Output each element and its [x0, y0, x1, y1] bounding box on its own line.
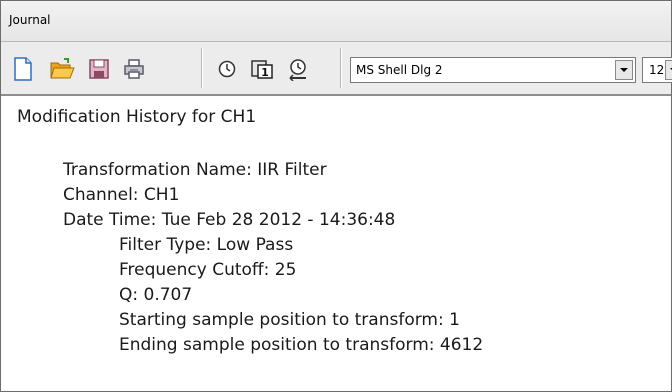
- datetime-line: Date Time: Tue Feb 28 2012 - 14:36:48: [63, 210, 396, 230]
- channel-line: Channel: CH1: [63, 185, 180, 205]
- toolbar-separator: [340, 48, 342, 88]
- font-name-value: MS Shell Dlg 2: [356, 63, 443, 77]
- title-bar[interactable]: Journal: [1, 1, 671, 42]
- toolbar-separator: [201, 48, 203, 88]
- size-dropdown-button[interactable]: [665, 60, 672, 80]
- save-disk-icon: [89, 59, 109, 79]
- journal-window: Journal 1 MS Shell Dlg 2 12 Modification…: [0, 0, 672, 392]
- clock-icon: [218, 60, 236, 78]
- save-button[interactable]: [84, 54, 114, 84]
- svg-text:1: 1: [261, 66, 269, 79]
- font-name-select[interactable]: MS Shell Dlg 2: [350, 57, 636, 83]
- toolbar: 1 MS Shell Dlg 2 12: [1, 42, 672, 96]
- new-document-icon: [14, 57, 32, 81]
- history-button[interactable]: [283, 54, 313, 84]
- journal-content[interactable]: Modification History for CH1 Transformat…: [1, 96, 671, 391]
- open-button[interactable]: [47, 54, 77, 84]
- new-button[interactable]: [8, 54, 38, 84]
- filter-type-line: Filter Type: Low Pass: [119, 235, 294, 255]
- transformation-name: Transformation Name: IIR Filter: [63, 160, 327, 180]
- q-line: Q: 0.707: [119, 285, 193, 305]
- font-dropdown-button[interactable]: [615, 60, 633, 80]
- frequency-cutoff-line: Frequency Cutoff: 25: [119, 260, 297, 280]
- print-button[interactable]: [119, 54, 149, 84]
- channel-1-icon: 1: [251, 60, 273, 79]
- printer-icon: [124, 59, 144, 79]
- chevron-down-icon: [620, 68, 628, 72]
- folder-open-icon: [50, 58, 75, 79]
- timestamp-button[interactable]: [212, 54, 242, 84]
- font-size-value: 12: [649, 63, 665, 77]
- font-size-select[interactable]: 12: [642, 57, 672, 83]
- start-position-line: Starting sample position to transform: 1: [119, 310, 460, 330]
- window-title: Journal: [9, 13, 51, 27]
- journal-heading: Modification History for CH1: [17, 107, 257, 127]
- channel-button[interactable]: 1: [247, 54, 277, 84]
- end-position-line: Ending sample position to transform: 461…: [119, 335, 484, 355]
- history-icon: [289, 59, 306, 81]
